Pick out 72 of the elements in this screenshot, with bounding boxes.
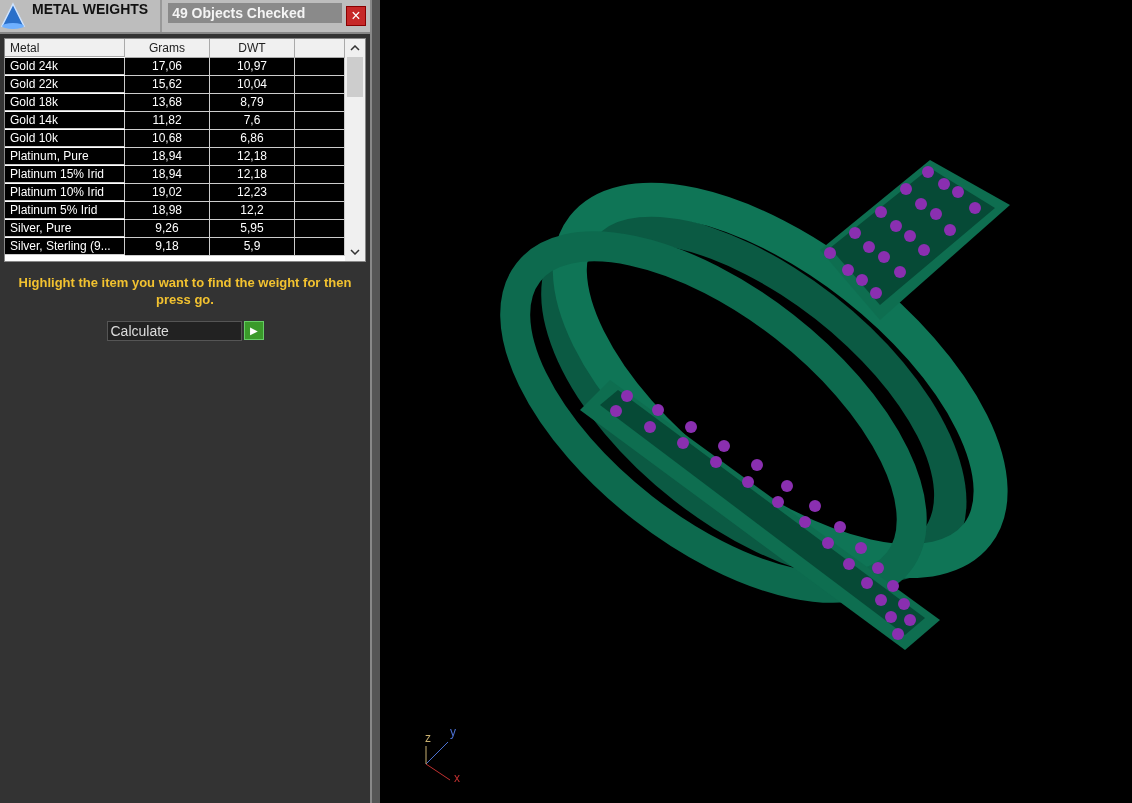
axis-label: y [450, 725, 456, 739]
table-cell: 11,82 [125, 112, 210, 130]
table-cell: Gold 18k [5, 94, 125, 111]
table-cell: Platinum 5% Irid [5, 202, 125, 219]
table-row[interactable]: Platinum, Pure 18,94 12,18 [5, 148, 345, 166]
column-header[interactable]: DWT [210, 39, 295, 58]
table-cell [295, 238, 345, 256]
panel-title[interactable]: METAL WEIGHTS [30, 0, 163, 32]
table-row[interactable]: Platinum 10% Irid 19,02 12,23 [5, 184, 345, 202]
table-cell: Gold 24k [5, 58, 125, 75]
table-cell: 7,6 [210, 112, 295, 130]
table-row[interactable]: Gold 18k 13,68 8,79 [5, 94, 345, 112]
table-cell: 5,9 [210, 238, 295, 256]
instruction-text: Highlight the item you want to find the weight for then press go. [17, 274, 353, 308]
table-cell: 19,02 [125, 184, 210, 202]
table-cell: 10,68 [125, 130, 210, 148]
scroll-thumb[interactable] [347, 57, 363, 97]
table-cell: 15,62 [125, 76, 210, 94]
table-cell [295, 58, 345, 76]
table-cell [295, 184, 345, 202]
table-cell: Platinum, Pure [5, 148, 125, 165]
table-cell: 13,68 [125, 94, 210, 112]
table-cell: 12,18 [210, 148, 295, 166]
table-cell: 10,04 [210, 76, 295, 94]
table-cell: Gold 22k [5, 76, 125, 93]
scroll-bar[interactable] [345, 39, 365, 261]
close-button[interactable]: × [346, 6, 366, 26]
table-row[interactable]: Gold 14k 11,82 7,6 [5, 112, 345, 130]
table-cell: 9,26 [125, 220, 210, 238]
table-cell: Platinum 15% Irid [5, 166, 125, 183]
table-cell: Silver, Sterling (9... [5, 238, 125, 255]
table-cell [295, 112, 345, 130]
table-row[interactable]: Gold 24k 17,06 10,97 [5, 58, 345, 76]
splitter-bar[interactable] [370, 0, 380, 803]
table-cell: 9,18 [125, 238, 210, 256]
table-cell: 8,79 [210, 94, 295, 112]
table-cell [295, 130, 345, 148]
axis-label: z [425, 731, 431, 745]
table-cell [295, 76, 345, 94]
table-cell: 12,18 [210, 166, 295, 184]
column-header[interactable]: Metal [5, 39, 125, 57]
status-text: 49 Objects Checked [168, 3, 342, 23]
table-row[interactable]: Silver, Sterling (9... 9,18 5,9 [5, 238, 345, 256]
table-cell: 18,98 [125, 202, 210, 220]
go-button[interactable]: ▶ [243, 321, 264, 340]
table-cell: 18,94 [125, 148, 210, 166]
table-row[interactable]: Platinum 5% Irid 18,98 12,2 [5, 202, 345, 220]
table-row[interactable]: Silver, Pure 9,26 5,95 [5, 220, 345, 238]
table-cell: Gold 14k [5, 112, 125, 129]
column-header[interactable]: Grams [125, 39, 210, 58]
pyramid-icon [0, 2, 26, 30]
table-cell [295, 94, 345, 112]
table-cell [295, 166, 345, 184]
table-cell: Silver, Pure [5, 220, 125, 237]
table-cell: 5,95 [210, 220, 295, 238]
table-row[interactable]: Gold 10k 10,68 6,86 [5, 130, 345, 148]
table-cell: 12,2 [210, 202, 295, 220]
table-row[interactable]: Gold 22k 15,62 10,04 [5, 76, 345, 94]
table-cell: 10,97 [210, 58, 295, 76]
table-cell [295, 220, 345, 238]
table-cell [295, 148, 345, 166]
table-cell: 17,06 [125, 58, 210, 76]
table-cell: Platinum 10% Irid [5, 184, 125, 201]
table-cell: 6,86 [210, 130, 295, 148]
column-header [295, 39, 345, 58]
table-cell: Gold 10k [5, 130, 125, 147]
table-cell: 12,23 [210, 184, 295, 202]
table-cell [295, 202, 345, 220]
table-cell: 18,94 [125, 166, 210, 184]
calculate-field[interactable]: Calculate [106, 321, 242, 341]
axis-label: x [454, 771, 460, 785]
table-row[interactable]: Platinum 15% Irid 18,94 12,18 [5, 166, 345, 184]
